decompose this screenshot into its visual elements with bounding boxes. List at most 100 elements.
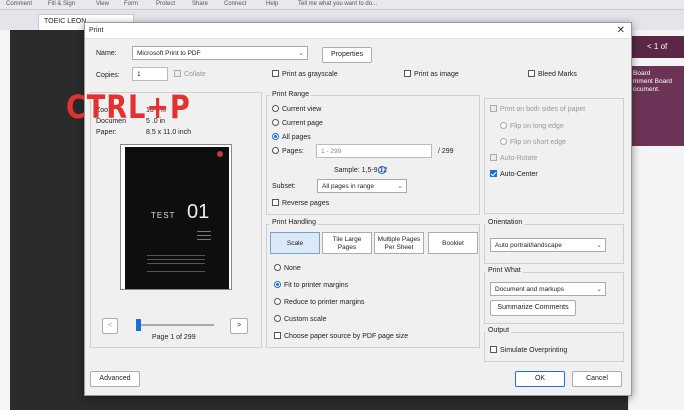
auto-rotate-checkbox[interactable]: Auto-Rotate: [490, 154, 537, 162]
page-slider-thumb[interactable]: [136, 319, 141, 331]
advanced-button[interactable]: Advanced: [90, 371, 140, 387]
subset-label: Subset:: [272, 183, 296, 190]
menu-protect[interactable]: Protect: [156, 1, 175, 7]
preview-page-thumbnail: TEST 01: [125, 147, 229, 289]
ok-button[interactable]: OK: [515, 371, 565, 387]
print-what-select-value: Document and markups: [495, 286, 565, 293]
current-page-radio[interactable]: Current page: [272, 119, 323, 127]
flip-long-label: Flip on long edge: [510, 123, 564, 130]
right-panel-line: ocument.: [633, 86, 660, 93]
pages-label: Pages:: [282, 148, 304, 155]
page-corner-dot: [217, 151, 223, 157]
ctrl-p-overlay: CTRL+P: [66, 88, 191, 126]
all-pages-radio[interactable]: All pages: [272, 133, 311, 141]
scale-none-label: None: [284, 265, 301, 272]
reverse-pages-label: Reverse pages: [282, 200, 330, 207]
grayscale-label: Print as grayscale: [282, 71, 338, 78]
auto-center-label: Auto-Center: [500, 171, 538, 178]
summarize-comments-button[interactable]: Summarize Comments: [490, 300, 576, 316]
right-panel-card[interactable]: Board mment Board ocument.: [629, 66, 684, 146]
paper-source-checkbox[interactable]: Choose paper source by PDF page size: [274, 332, 408, 340]
print-as-image-label: Print as image: [414, 71, 459, 78]
properties-button[interactable]: Properties: [322, 47, 372, 63]
simulate-overprinting-checkbox[interactable]: Simulate Overprinting: [490, 346, 567, 354]
info-icon[interactable]: i: [378, 166, 386, 174]
tab-scale[interactable]: Scale: [270, 232, 320, 254]
fit-margins-label: Fit to printer margins: [284, 282, 349, 289]
print-what-select[interactable]: Document and markups ⌄: [490, 282, 606, 296]
chevron-down-icon: ⌄: [397, 183, 403, 190]
tab-booklet[interactable]: Booklet: [428, 232, 478, 254]
grayscale-checkbox[interactable]: Print as grayscale: [272, 70, 338, 78]
scale-none-radio[interactable]: None: [274, 264, 301, 272]
preview-line: [197, 231, 211, 232]
flip-short-radio[interactable]: Flip on short edge: [500, 138, 566, 146]
dialog-title: Print: [89, 27, 104, 34]
collate-label: Collate: [184, 71, 206, 78]
preview-rule: [147, 271, 205, 272]
pages-radio[interactable]: Pages:: [272, 147, 304, 155]
copies-input[interactable]: 1: [132, 67, 168, 81]
both-sides-checkbox[interactable]: Print on both sides of paper: [490, 105, 586, 113]
preview-line: [197, 239, 211, 240]
menu-connect[interactable]: Connect: [224, 1, 246, 7]
preview-title: TEST: [151, 211, 176, 220]
fit-margins-radio[interactable]: Fit to printer margins: [274, 281, 348, 289]
tell-me-search[interactable]: Tell me what you want to do...: [298, 1, 377, 7]
copies-label: Copies:: [96, 72, 120, 79]
subset-select[interactable]: All pages in range ⌄: [317, 179, 407, 193]
collate-checkbox[interactable]: Collate: [174, 70, 206, 78]
subset-select-value: All pages in range: [322, 183, 375, 190]
current-view-radio[interactable]: Current view: [272, 105, 321, 113]
right-panel: < 1 of Board mment Board ocument.: [628, 30, 684, 410]
chevron-down-icon: ⌄: [298, 50, 304, 57]
menu-help[interactable]: Help: [266, 1, 278, 7]
left-strip: [0, 30, 10, 410]
preview-rule: [147, 255, 205, 256]
print-as-image-checkbox[interactable]: Print as image: [404, 70, 459, 78]
orientation-select-value: Auto portrait/landscape: [495, 242, 562, 249]
preview-rule: [147, 259, 205, 260]
menu-fill-sign[interactable]: Fill & Sign: [48, 1, 75, 7]
tab-multiple-pages[interactable]: Multiple Pages Per Sheet: [374, 232, 424, 254]
chevron-down-icon: ⌄: [596, 242, 602, 249]
menu-view[interactable]: View: [96, 1, 109, 7]
current-view-label: Current view: [282, 106, 322, 113]
page-slider-track[interactable]: [136, 324, 214, 326]
flip-long-radio[interactable]: Flip on long edge: [500, 122, 564, 130]
right-panel-line: mment Board: [633, 78, 673, 85]
auto-center-checkbox[interactable]: Auto-Center: [490, 170, 538, 178]
reverse-pages-checkbox[interactable]: Reverse pages: [272, 199, 329, 207]
print-what-title: Print What: [486, 267, 523, 274]
prev-page-button[interactable]: <: [102, 318, 118, 334]
orientation-select[interactable]: Auto portrait/landscape ⌄: [490, 238, 606, 252]
menu-comment[interactable]: Comment: [6, 1, 32, 7]
all-pages-label: All pages: [282, 134, 311, 141]
printer-select[interactable]: Microsoft Print to PDF ⌄: [132, 46, 308, 60]
tab-tile-large-pages[interactable]: Tile Large Pages: [322, 232, 372, 254]
paper-size-label: Paper:: [96, 129, 117, 136]
reduce-margins-label: Reduce to printer margins: [284, 299, 365, 306]
bleed-marks-checkbox[interactable]: Bleed Marks: [528, 70, 577, 78]
pages-total: / 299: [438, 148, 454, 155]
printer-name-label: Name:: [96, 50, 117, 57]
right-panel-header[interactable]: < 1 of: [629, 36, 684, 58]
output-title: Output: [486, 327, 512, 334]
menu-share[interactable]: Share: [192, 1, 208, 7]
dialog-titlebar: Print ✕: [85, 23, 631, 39]
print-handling-title: Print Handling: [270, 219, 318, 226]
right-panel-line: Board: [633, 70, 651, 77]
app-menubar: Comment Fill & Sign View Form Protect Sh…: [0, 0, 684, 10]
reduce-margins-radio[interactable]: Reduce to printer margins: [274, 298, 365, 306]
cancel-button[interactable]: Cancel: [572, 371, 622, 387]
both-sides-label: Print on both sides of paper: [500, 106, 586, 113]
chevron-down-icon: ⌄: [596, 286, 602, 293]
paper-size-value: 8.5 x 11.0 inch: [146, 129, 192, 136]
next-page-button[interactable]: >: [230, 318, 248, 334]
custom-scale-label: Custom scale: [284, 316, 327, 323]
close-icon[interactable]: ✕: [617, 25, 625, 36]
custom-scale-radio[interactable]: Custom scale: [274, 315, 326, 323]
page-counter: Page 1 of 299: [152, 334, 196, 341]
menu-form[interactable]: Form: [124, 1, 138, 7]
pages-input[interactable]: 1 - 299: [316, 144, 432, 158]
